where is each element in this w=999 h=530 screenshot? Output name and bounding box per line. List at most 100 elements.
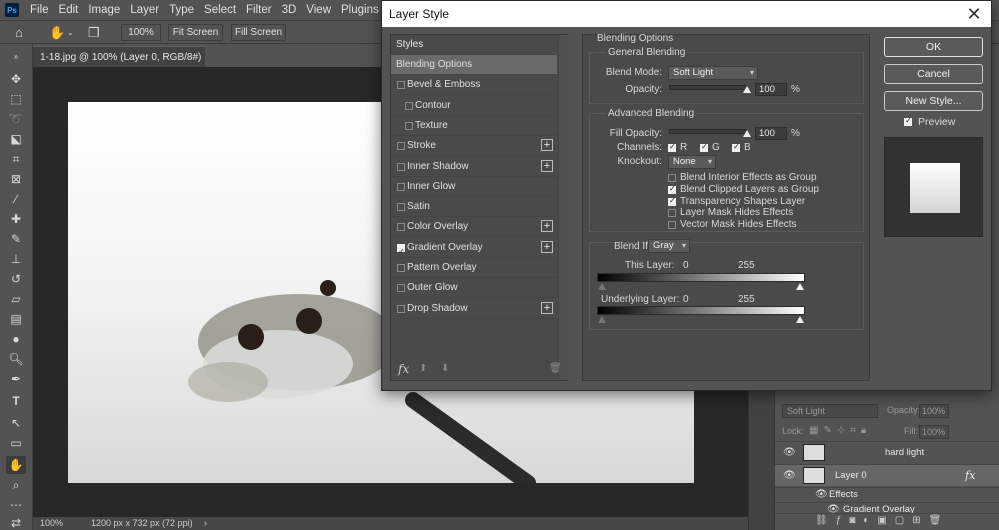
styles-scrollbar[interactable] [558,35,568,380]
document-tab[interactable]: 1-18.jpg @ 100% (Layer 0, RGB/8#) *× [33,46,205,84]
style-row-drop-shadow[interactable]: Drop Shadow + [391,299,557,319]
advanced-option-checkbox[interactable] [668,184,676,194]
style-checkbox[interactable] [397,223,405,232]
style-row-outer-glow[interactable]: Outer Glow [391,278,557,299]
style-checkbox[interactable] [397,142,405,151]
style-row-color-overlay[interactable]: Color Overlay + [391,217,557,238]
menu-item-filter[interactable]: Filter [241,0,277,20]
menu-item-type[interactable]: Type [164,0,199,20]
style-row-inner-glow[interactable]: Inner Glow [391,177,557,197]
this-layer-gradient[interactable] [597,273,805,282]
frame-tool-icon[interactable]: ⊠ [6,170,26,188]
menu-item-select[interactable]: Select [199,0,241,20]
pen-tool-icon[interactable]: ✒ [6,370,26,388]
scroll-all-windows-icon[interactable]: ❐ [88,25,100,41]
status-chevron-icon[interactable]: › [204,517,207,530]
menu-item-layer[interactable]: Layer [125,0,164,20]
close-icon[interactable]: ✕ [963,3,985,25]
channel-r-checkbox[interactable] [668,142,676,152]
fill-opacity-field[interactable]: 100 [755,127,787,140]
zoom-100-button[interactable]: 100% [121,24,161,41]
lock-icons[interactable]: ▦✎⊹⌗🔒︎ [809,425,871,436]
menu-item-3d[interactable]: 3D [277,0,302,20]
object-select-tool-icon[interactable]: ⬕ [6,130,26,148]
move-up-icon[interactable]: ⬆ [419,363,427,374]
style-checkbox[interactable] [397,162,405,171]
style-checkbox[interactable] [397,182,405,191]
home-icon[interactable]: ⌂ [15,25,23,40]
layers-footer-icons[interactable]: ⛓ƒ◙◐▣▢⊞🗑︎ [815,515,949,526]
style-checkbox[interactable] [405,101,413,110]
style-checkbox[interactable] [397,242,405,262]
gradient-tool-icon[interactable]: ▤ [6,310,26,328]
type-tool-icon[interactable]: T [6,392,26,410]
add-effect-icon[interactable]: + [541,159,553,172]
visibility-eye-icon[interactable]: 👁︎ [815,489,829,500]
opacity-slider-track[interactable] [669,85,747,90]
fx-icon[interactable]: fx [398,362,409,376]
layer-row[interactable]: 👁︎ hard light [775,441,999,463]
brush-tool-icon[interactable]: ✎ [6,230,26,248]
style-row-blending-options[interactable]: Blending Options [391,55,557,75]
eraser-tool-icon[interactable]: ▱ [6,290,26,308]
blend-mode-dropdown[interactable]: Soft Light ▾ [668,66,758,80]
clone-stamp-tool-icon[interactable]: ⊥ [6,250,26,268]
fit-screen-button[interactable]: Fit Screen [168,24,223,41]
advanced-option-checkbox[interactable] [668,196,676,206]
status-zoom[interactable]: 100% [40,517,63,530]
style-checkbox[interactable] [397,304,405,313]
style-checkbox[interactable] [405,121,413,130]
history-brush-tool-icon[interactable]: ↺ [6,270,26,288]
knockout-dropdown[interactable]: None ▾ [668,155,716,169]
healing-brush-tool-icon[interactable]: ✚ [6,210,26,228]
add-effect-icon[interactable]: + [541,301,553,314]
layer-fill-field[interactable]: 100% [919,425,949,439]
fill-opacity-slider-thumb[interactable] [743,130,751,137]
underlying-layer-gradient[interactable] [597,306,805,315]
opacity-field[interactable]: 100 [755,83,787,96]
styles-header[interactable]: Styles [391,35,557,55]
style-row-satin[interactable]: Satin [391,197,557,218]
edit-toolbar-icon[interactable]: ⋯ [6,496,26,514]
layer-thumbnail[interactable] [803,444,825,461]
style-row-contour[interactable]: Contour [391,96,557,116]
dodge-tool-icon[interactable]: 🔍︎ [6,350,26,368]
style-checkbox[interactable] [397,264,405,272]
menu-item-image[interactable]: Image [83,0,125,20]
underlying-layer-black-thumb[interactable] [598,316,606,323]
hand-tool-icon[interactable]: ✋ [6,456,26,474]
menu-item-edit[interactable]: Edit [54,0,84,20]
add-effect-icon[interactable]: + [541,220,553,233]
channel-g-checkbox[interactable] [700,142,708,152]
lasso-tool-icon[interactable]: ➰ [6,110,26,128]
panel-collapse-icon[interactable]: » [6,48,26,66]
visibility-eye-icon[interactable]: 👁︎ [783,447,797,458]
effect-row[interactable]: 👁︎ Effects [775,487,999,501]
layer-blend-mode-dropdown[interactable]: Soft Light [782,404,878,418]
swap-colors-icon[interactable]: ⇄ [6,514,26,530]
add-effect-icon[interactable]: + [541,240,553,253]
layer-thumbnail[interactable] [803,467,825,484]
advanced-option-checkbox[interactable] [668,209,676,218]
crop-tool-icon[interactable]: ⌗ [6,150,26,168]
add-effect-icon[interactable]: + [541,139,553,152]
preview-checkbox[interactable] [904,116,912,126]
ok-button[interactable]: OK [884,37,983,57]
layer-row[interactable]: 👁︎ Layer 0 fx [775,464,999,486]
advanced-option-checkbox[interactable] [668,221,676,230]
layer-opacity-field[interactable]: 100% [919,404,949,418]
style-checkbox[interactable] [397,81,405,90]
move-down-icon[interactable]: ⬇ [441,363,449,374]
advanced-option-checkbox[interactable] [668,174,676,182]
menu-item-view[interactable]: View [301,0,336,20]
trash-icon[interactable]: 🗑︎ [549,363,562,374]
style-checkbox[interactable] [397,203,405,212]
underlying-layer-white-thumb[interactable] [796,316,804,323]
layer-fx-icon[interactable]: fx [965,469,975,482]
eyedropper-tool-icon[interactable]: ⁄ [6,190,26,208]
this-layer-black-thumb[interactable] [598,283,606,290]
blend-if-dropdown[interactable]: Gray ▾ [648,239,690,253]
menu-item-file[interactable]: File [25,0,54,20]
cancel-button[interactable]: Cancel [884,64,983,84]
blur-tool-icon[interactable]: ● [6,330,26,348]
